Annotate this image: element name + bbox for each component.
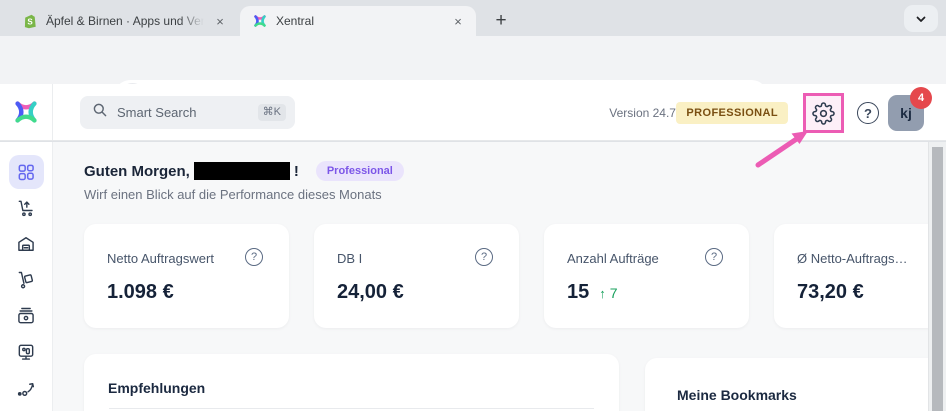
kpi-card-db1: DB I ? 24,00 € [314, 224, 519, 328]
kpi-label: DB I [337, 251, 362, 266]
xentral-app-header: Smart Search ⌘K Version 24.7.2 PROFESSIO… [0, 84, 946, 141]
greeting-title: Guten Morgen, [84, 163, 190, 180]
panel-divider [109, 408, 594, 409]
greeting-subtitle: Wirf einen Blick auf die Performance die… [84, 187, 404, 202]
close-tab-icon[interactable]: × [212, 13, 228, 29]
tab-title: Äpfel & Birnen · Apps und Ver [46, 14, 204, 28]
browser-toolbar: 文A K [0, 36, 946, 84]
sidebar-item-sales[interactable] [9, 191, 44, 225]
panel-title: Meine Bookmarks [677, 387, 797, 403]
cash-icon [16, 306, 36, 326]
bookmarks-panel: Meine Bookmarks [645, 358, 928, 411]
sidebar-item-logistics[interactable] [9, 263, 44, 297]
kpi-value: 1.098 € [107, 281, 174, 304]
professional-badge: Professional [316, 161, 404, 181]
sidebar-nav [0, 142, 53, 411]
kpi-label: Netto Auftragswert [107, 251, 214, 266]
tab-search-chevron-button[interactable] [904, 5, 938, 32]
help-button[interactable]: ? [857, 102, 879, 124]
help-circle-icon[interactable]: ? [245, 248, 263, 266]
notification-badge: 4 [910, 87, 932, 109]
page-scrollbar[interactable] [928, 142, 946, 411]
pos-display-icon [16, 342, 36, 362]
help-circle-icon[interactable]: ? [705, 248, 723, 266]
kpi-delta: ↑7 [599, 285, 617, 301]
xentral-favicon-icon [252, 13, 268, 29]
shopify-favicon-icon: S [22, 13, 38, 29]
sidebar-item-pos[interactable] [9, 335, 44, 369]
sidebar-item-warehouse[interactable] [9, 227, 44, 261]
arrow-up-icon: ↑ [599, 286, 606, 301]
new-tab-button[interactable]: + [488, 8, 514, 34]
browser-tab-bar: S Äpfel & Birnen · Apps und Ver × Xentra… [0, 0, 946, 36]
kpi-card-netto-auftragswert: Netto Auftragswert ? 1.098 € [84, 224, 289, 328]
dashboard-main: Guten Morgen, ! Professional Wirf einen … [53, 142, 928, 411]
search-icon [92, 102, 108, 123]
warehouse-icon [16, 234, 36, 254]
settings-gear-button[interactable] [803, 93, 844, 133]
search-shortcut-chip: ⌘K [258, 104, 286, 121]
kpi-label: Ø Netto-Auftrags… [797, 251, 908, 266]
close-tab-icon[interactable]: × [450, 13, 466, 29]
kpi-value: 15 [567, 281, 589, 304]
scrollbar-thumb[interactable] [932, 147, 943, 411]
kpi-label: Anzahl Aufträge [567, 251, 659, 266]
kpi-card-anzahl-auftraege: Anzahl Aufträge ? 15 ↑7 [544, 224, 749, 328]
cart-up-icon [16, 198, 36, 218]
greeting-exclaim: ! [294, 163, 299, 180]
name-redaction-bar [194, 162, 290, 180]
tab-title: Xentral [276, 14, 442, 28]
smart-search-input[interactable]: Smart Search ⌘K [80, 96, 295, 129]
dashboard-grid-icon [16, 162, 36, 182]
trend-arrow-icon [16, 378, 36, 398]
sidebar-item-finance[interactable] [9, 299, 44, 333]
sidebar-item-dashboard[interactable] [9, 155, 44, 189]
plan-badge: PROFESSIONAL [676, 102, 788, 124]
kpi-card-avg-netto: Ø Netto-Auftrags… 73,20 € [774, 224, 928, 328]
panel-title: Empfehlungen [108, 380, 205, 396]
recommendations-panel: Empfehlungen [84, 354, 619, 411]
help-circle-icon[interactable]: ? [475, 248, 493, 266]
kpi-value: 73,20 € [797, 281, 864, 304]
version-label: Version 24.7.2 [609, 106, 686, 120]
kpi-card-row: Netto Auftragswert ? 1.098 € DB I ? 24,0… [84, 224, 928, 328]
kpi-value: 24,00 € [337, 281, 404, 304]
browser-tab-xentral[interactable]: Xentral × [240, 6, 476, 36]
greeting-block: Guten Morgen, ! Professional Wirf einen … [84, 161, 404, 202]
screen: S Äpfel & Birnen · Apps und Ver × Xentra… [0, 0, 946, 411]
hand-truck-icon [16, 270, 36, 290]
xentral-logo[interactable] [0, 84, 53, 140]
svg-text:S: S [27, 17, 33, 26]
sidebar-item-growth[interactable] [9, 371, 44, 405]
browser-tab-shopify[interactable]: S Äpfel & Birnen · Apps und Ver × [10, 6, 238, 36]
search-placeholder: Smart Search [117, 105, 249, 120]
